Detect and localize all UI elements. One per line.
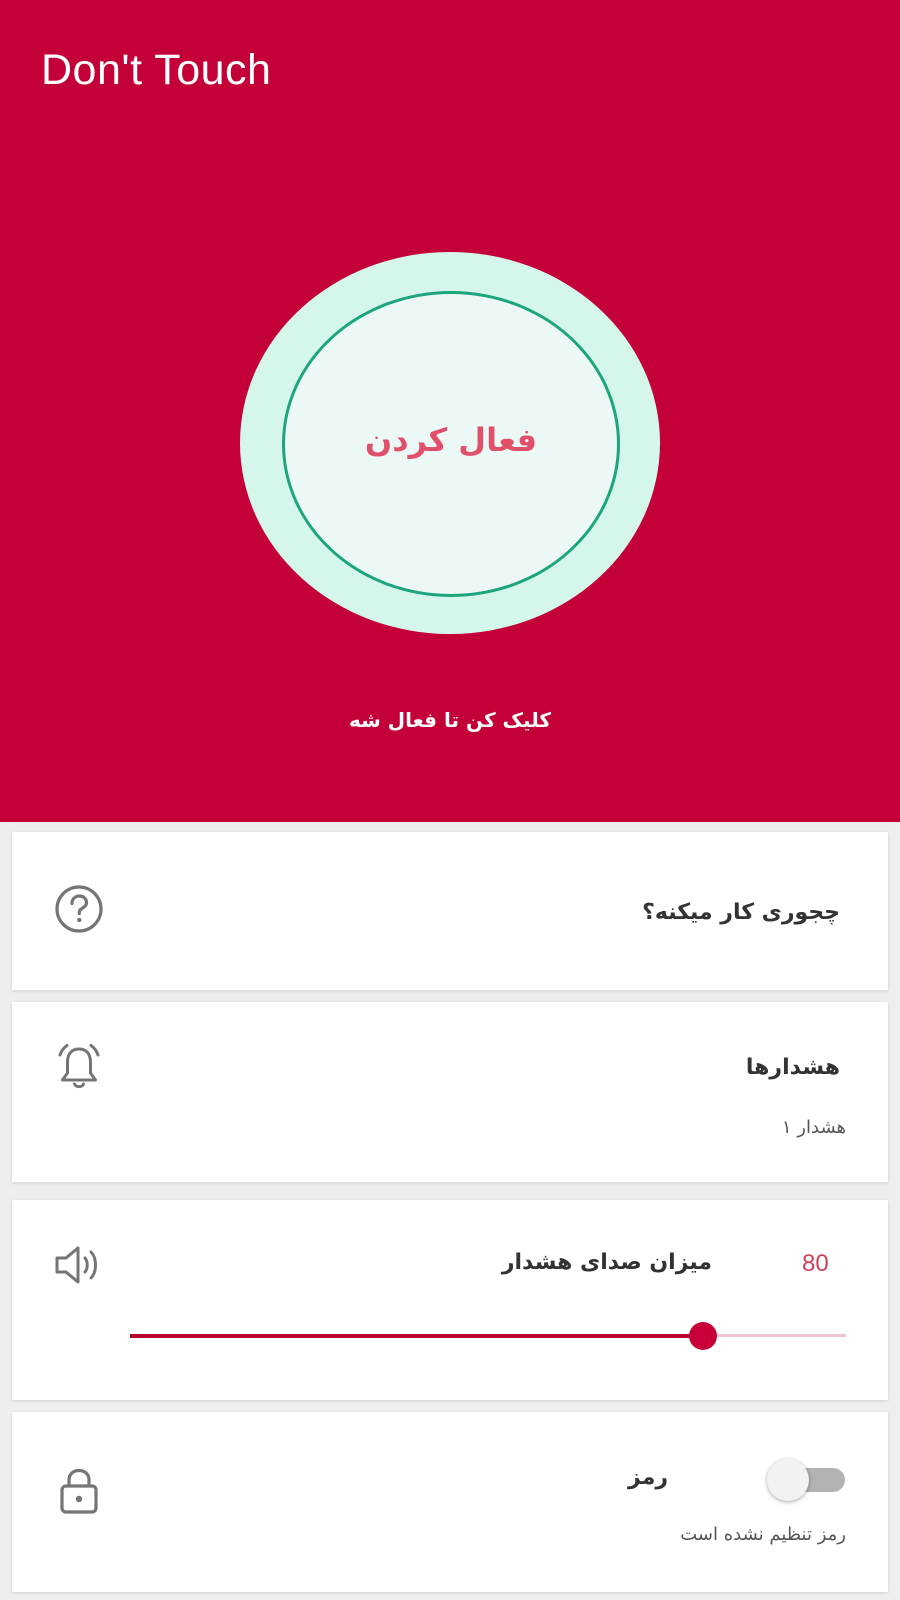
how-it-works-title: چجوری کار میکنه؟ <box>642 900 840 925</box>
activate-hint: کلیک کن تا فعال شه <box>349 708 551 732</box>
password-title: رمز <box>628 1465 668 1490</box>
password-subtitle: رمز تنظیم نشده است <box>680 1524 846 1545</box>
volume-value: 80 <box>802 1250 829 1277</box>
how-it-works-card[interactable]: چجوری کار میکنه؟ <box>12 832 888 990</box>
volume-slider[interactable] <box>130 1322 846 1350</box>
bell-icon <box>58 1044 100 1089</box>
help-circle-icon <box>55 885 103 933</box>
app-title: Don't Touch <box>41 46 272 94</box>
volume-slider-fill <box>130 1334 703 1338</box>
hero-panel: Don't Touch فعال کردن کلیک کن تا فعال شه <box>0 0 900 822</box>
alarms-title: هشدارها <box>745 1055 840 1080</box>
volume-title: میزان صدای هشدار <box>501 1250 712 1275</box>
speaker-icon <box>55 1246 97 1284</box>
password-toggle-thumb <box>767 1459 809 1501</box>
alarms-card[interactable]: هشدارها هشدار ۱ <box>12 1002 888 1182</box>
activate-button[interactable]: فعال کردن <box>240 252 660 634</box>
alarms-subtitle: هشدار ۱ <box>781 1117 846 1138</box>
password-toggle[interactable] <box>767 1459 847 1501</box>
lock-icon <box>60 1468 98 1514</box>
volume-card: میزان صدای هشدار 80 <box>12 1200 888 1400</box>
activate-ring: فعال کردن <box>282 291 620 597</box>
password-card: رمز رمز تنظیم نشده است <box>12 1412 888 1592</box>
volume-slider-thumb[interactable] <box>688 1322 717 1350</box>
activate-label: فعال کردن <box>364 421 538 459</box>
